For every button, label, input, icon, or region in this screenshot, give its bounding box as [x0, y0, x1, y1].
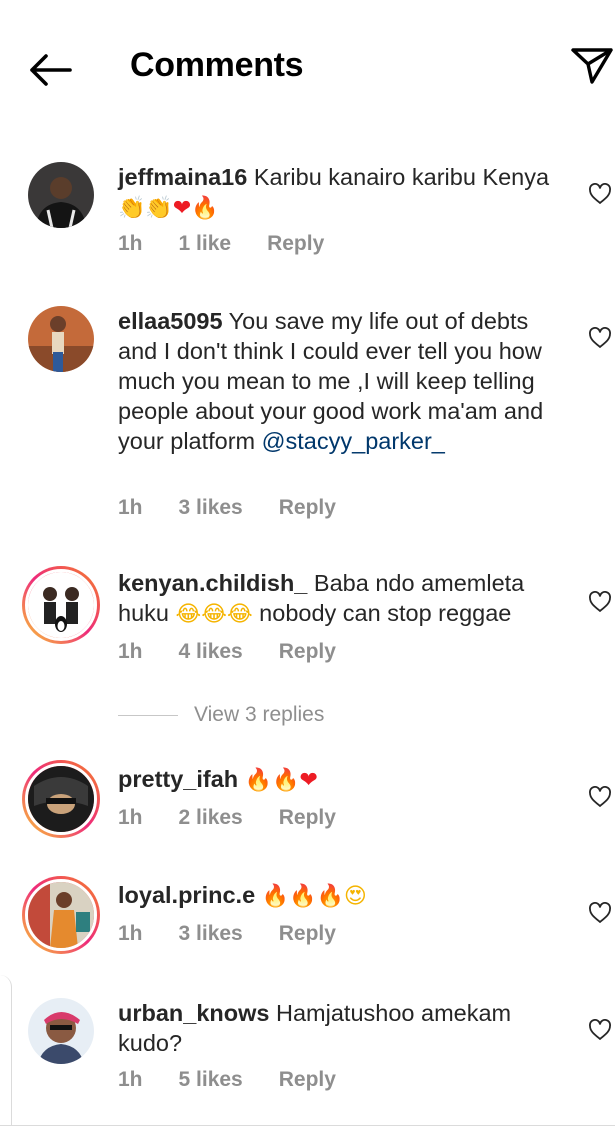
fire-emoji: 🔥: [191, 196, 219, 221]
comment-time: 1h: [118, 1068, 143, 1091]
reply-button[interactable]: Reply: [279, 640, 336, 664]
laughing-emoji: 😂: [175, 602, 202, 627]
comment-likes[interactable]: 3 likes: [179, 496, 243, 520]
divider: [0, 1125, 615, 1126]
heart-emoji: ❤: [299, 768, 318, 793]
clap-emoji: 👏: [118, 196, 146, 221]
heart-outline-icon: [589, 183, 611, 204]
avatar[interactable]: [22, 876, 100, 954]
comment-text: jeffmaina16 Karibu kanairo karibu Kenya👏…: [118, 164, 550, 221]
reply-button[interactable]: Reply: [279, 496, 336, 520]
comment-username[interactable]: kenyan.childish_: [118, 570, 307, 596]
comment-likes[interactable]: 3 likes: [179, 922, 243, 946]
comment-meta: 1h 3 likes Reply: [118, 496, 372, 520]
heart-outline-icon: [589, 786, 611, 807]
comment-time: 1h: [118, 232, 143, 255]
like-button[interactable]: [588, 902, 612, 924]
reply-button[interactable]: Reply: [279, 922, 336, 946]
fire-emoji: 🔥: [289, 884, 317, 909]
comment-username[interactable]: ellaa5095: [118, 308, 223, 334]
heart-outline-icon: [589, 591, 611, 612]
view-replies-label[interactable]: View 3 replies: [194, 703, 324, 727]
clap-emoji: 👏: [145, 196, 173, 221]
page-title: Comments: [130, 46, 304, 84]
back-button[interactable]: [26, 48, 74, 92]
comment-time: 1h: [118, 806, 143, 829]
fire-emoji: 🔥: [244, 768, 273, 793]
comment-meta: 1h 1 like Reply: [118, 232, 360, 256]
divider: [0, 975, 12, 1125]
laughing-emoji: 😂: [226, 602, 253, 627]
like-button[interactable]: [588, 1019, 612, 1041]
comment-username[interactable]: urban_knows: [118, 1000, 269, 1026]
paper-plane-icon: [571, 48, 613, 84]
comment-likes[interactable]: 1 like: [179, 232, 232, 256]
heart-outline-icon: [589, 327, 611, 348]
reply-button[interactable]: Reply: [279, 1068, 336, 1092]
comment-time: 1h: [118, 496, 143, 519]
comment-text: loyal.princ.e 🔥🔥🔥😍: [118, 880, 558, 912]
like-button[interactable]: [588, 591, 612, 613]
like-button[interactable]: [588, 183, 612, 205]
heart-emoji: ❤: [172, 196, 192, 221]
comment-text: urban_knows Hamjatushoo amekam kudo?: [118, 1000, 512, 1056]
heart-outline-icon: [589, 902, 611, 923]
like-button[interactable]: [588, 786, 612, 808]
comment-likes[interactable]: 4 likes: [179, 640, 243, 664]
comment-meta: 1h 3 likes Reply: [118, 922, 372, 946]
comment-text: kenyan.childish_ Baba ndo amemleta huku …: [118, 570, 525, 627]
heart-eyes-emoji: 😍: [343, 884, 367, 909]
like-button[interactable]: [588, 327, 612, 349]
fire-emoji: 🔥: [261, 884, 290, 909]
comment-username[interactable]: loyal.princ.e: [118, 882, 255, 908]
avatar[interactable]: [22, 566, 100, 644]
comment-text: ellaa5095 You save my life out of debts …: [118, 308, 544, 454]
comment-username[interactable]: jeffmaina16: [118, 164, 247, 190]
comment-meta: 1h 4 likes Reply: [118, 640, 372, 664]
comment-likes[interactable]: 5 likes: [179, 1068, 243, 1092]
header: Comments: [0, 0, 615, 130]
avatar[interactable]: [22, 760, 100, 838]
arrow-left-icon: [30, 54, 72, 86]
comment-time: 1h: [118, 922, 143, 945]
comment-likes[interactable]: 2 likes: [179, 806, 243, 830]
reply-button[interactable]: Reply: [279, 806, 336, 830]
fire-emoji: 🔥: [272, 768, 300, 793]
comment-username[interactable]: pretty_ifah: [118, 766, 238, 792]
fire-emoji: 🔥: [316, 884, 344, 909]
share-button[interactable]: [570, 44, 614, 88]
comment-text: pretty_ifah 🔥🔥❤: [118, 764, 558, 796]
comment-meta: 1h 5 likes Reply: [118, 1068, 372, 1092]
divider: [118, 714, 178, 716]
view-replies[interactable]: View 3 replies: [118, 700, 324, 730]
avatar[interactable]: [28, 998, 94, 1064]
comment-time: 1h: [118, 640, 143, 663]
laughing-emoji: 😂: [201, 602, 227, 627]
avatar[interactable]: [28, 162, 94, 228]
avatar[interactable]: [28, 306, 94, 372]
reply-button[interactable]: Reply: [267, 232, 324, 256]
mention-link[interactable]: @stacyy_parker_: [262, 428, 445, 454]
comment-meta: 1h 2 likes Reply: [118, 806, 372, 830]
heart-outline-icon: [589, 1019, 611, 1040]
